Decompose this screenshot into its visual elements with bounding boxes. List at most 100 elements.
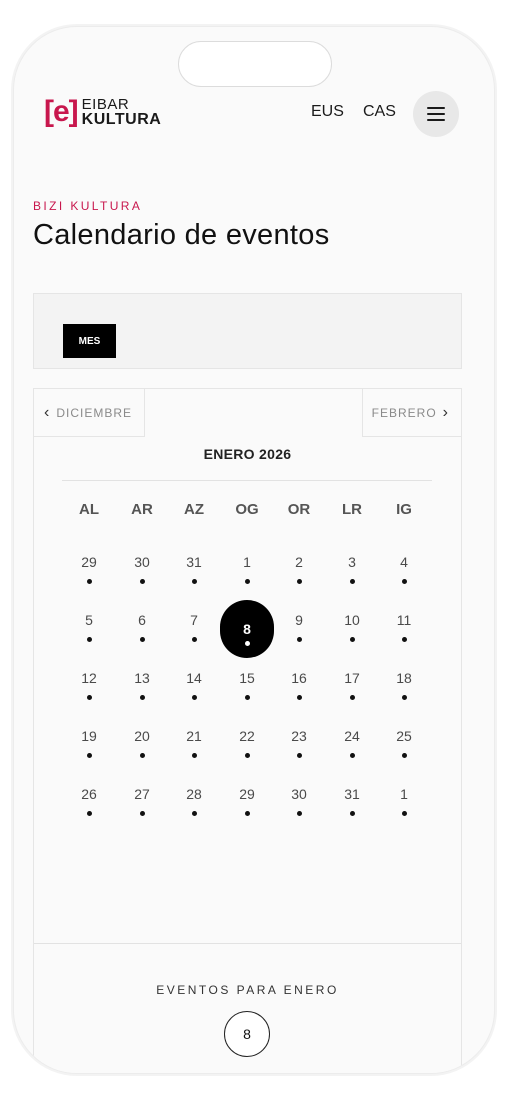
event-dot-icon	[245, 695, 250, 700]
event-calendar: ‹ DICIEMBRE FEBRERO › ENERO 2026 AL AR AZ O…	[33, 388, 462, 1073]
lang-cas-link[interactable]: CAS	[363, 103, 396, 121]
day-cell[interactable]: 13	[116, 659, 168, 711]
event-dot-icon	[402, 811, 407, 816]
day-cell[interactable]: 3	[326, 543, 378, 595]
day-number: 31	[344, 786, 360, 802]
day-cell[interactable]: 14	[168, 659, 220, 711]
day-cell[interactable]: 4	[378, 543, 430, 595]
day-number: 29	[81, 554, 97, 570]
events-count-badge[interactable]: 8	[224, 1011, 270, 1057]
day-number: 19	[81, 728, 97, 744]
day-number: 7	[190, 612, 198, 628]
day-number: 15	[239, 670, 255, 686]
event-dot-icon	[350, 637, 355, 642]
event-dot-icon	[192, 753, 197, 758]
day-cell[interactable]: 31	[168, 543, 220, 595]
next-month-button[interactable]: FEBRERO ›	[362, 389, 461, 437]
logo-line-2: KULTURA	[81, 111, 162, 128]
day-cell[interactable]: 19	[63, 717, 115, 769]
day-number: 20	[134, 728, 150, 744]
event-dot-icon	[350, 579, 355, 584]
day-cell[interactable]: 29	[221, 775, 273, 827]
day-cell[interactable]: 1	[378, 775, 430, 827]
day-cell[interactable]: 1	[221, 543, 273, 595]
day-number: 13	[134, 670, 150, 686]
weekday-label: AR	[131, 501, 153, 518]
event-dot-icon	[245, 811, 250, 816]
page-title: Calendario de eventos	[33, 219, 330, 251]
weekday-label: AZ	[184, 501, 204, 518]
event-dot-icon	[140, 811, 145, 816]
next-month-label: FEBRERO	[371, 405, 437, 420]
day-cell[interactable]: 7	[168, 601, 220, 653]
day-cell[interactable]: 18	[378, 659, 430, 711]
phone-frame: [e] EIBAR KULTURA EUS CAS BIZI KULTURA C…	[13, 26, 495, 1074]
event-dot-icon	[245, 641, 250, 646]
day-number: 11	[396, 612, 412, 628]
day-cell[interactable]: 29	[63, 543, 115, 595]
event-dot-icon	[402, 753, 407, 758]
day-cell[interactable]: 16	[273, 659, 325, 711]
site-header: [e] EIBAR KULTURA EUS CAS	[14, 89, 494, 137]
day-number: 8	[243, 621, 251, 637]
prev-month-button[interactable]: ‹ DICIEMBRE	[34, 389, 145, 437]
day-cell[interactable]: 23	[273, 717, 325, 769]
day-cell[interactable]: 24	[326, 717, 378, 769]
weekday-label: LR	[342, 501, 362, 518]
event-dot-icon	[350, 753, 355, 758]
day-cell[interactable]: 28	[168, 775, 220, 827]
event-dot-icon	[350, 811, 355, 816]
day-cell[interactable]: 20	[116, 717, 168, 769]
event-dot-icon	[350, 695, 355, 700]
event-dot-icon	[140, 579, 145, 584]
day-cell[interactable]: 25	[378, 717, 430, 769]
day-number: 1	[243, 554, 251, 570]
day-cell[interactable]: 10	[326, 601, 378, 653]
current-month-label: ENERO 2026	[203, 446, 292, 462]
day-cell[interactable]: 30	[273, 775, 325, 827]
day-number: 16	[291, 670, 307, 686]
month-view-button[interactable]: MES	[63, 324, 116, 358]
day-cell[interactable]: 15	[221, 659, 273, 711]
hamburger-icon	[427, 107, 445, 109]
event-dot-icon	[140, 637, 145, 642]
event-dot-icon	[297, 579, 302, 584]
day-number: 5	[85, 612, 93, 628]
day-cell[interactable]: 11	[378, 601, 430, 653]
day-number: 17	[344, 670, 360, 686]
hamburger-icon	[427, 113, 445, 115]
day-cell[interactable]: 2	[273, 543, 325, 595]
day-cell[interactable]: 27	[116, 775, 168, 827]
event-dot-icon	[192, 811, 197, 816]
day-cell[interactable]: 5	[63, 601, 115, 653]
day-cell[interactable]: 6	[116, 601, 168, 653]
day-cell[interactable]: 22	[221, 717, 273, 769]
logo-wordmark: EIBAR KULTURA	[81, 97, 162, 128]
day-number: 3	[348, 554, 356, 570]
day-number: 26	[81, 786, 97, 802]
day-cell[interactable]: 9	[273, 601, 325, 653]
day-cell[interactable]: 26	[63, 775, 115, 827]
day-cell[interactable]: 21	[168, 717, 220, 769]
lang-eus-link[interactable]: EUS	[311, 103, 344, 121]
event-dot-icon	[140, 753, 145, 758]
divider	[34, 943, 461, 944]
eibar-kultura-logo[interactable]: [e] EIBAR KULTURA	[44, 97, 162, 128]
event-dot-icon	[87, 695, 92, 700]
chevron-right-icon: ›	[442, 403, 449, 421]
day-number: 12	[81, 670, 97, 686]
day-number: 22	[239, 728, 255, 744]
events-heading: EVENTOS PARA ENERO	[156, 983, 339, 997]
event-dot-icon	[297, 811, 302, 816]
day-cell[interactable]: 17	[326, 659, 378, 711]
day-number: 29	[239, 786, 255, 802]
day-cell[interactable]: 30	[116, 543, 168, 595]
weekday-label: OG	[235, 501, 259, 518]
day-number: 31	[186, 554, 202, 570]
chevron-left-icon: ‹	[44, 403, 51, 421]
selected-day-cell[interactable]: 8	[220, 600, 274, 658]
menu-button[interactable]	[413, 91, 459, 137]
event-dot-icon	[87, 579, 92, 584]
day-cell[interactable]: 31	[326, 775, 378, 827]
day-cell[interactable]: 12	[63, 659, 115, 711]
